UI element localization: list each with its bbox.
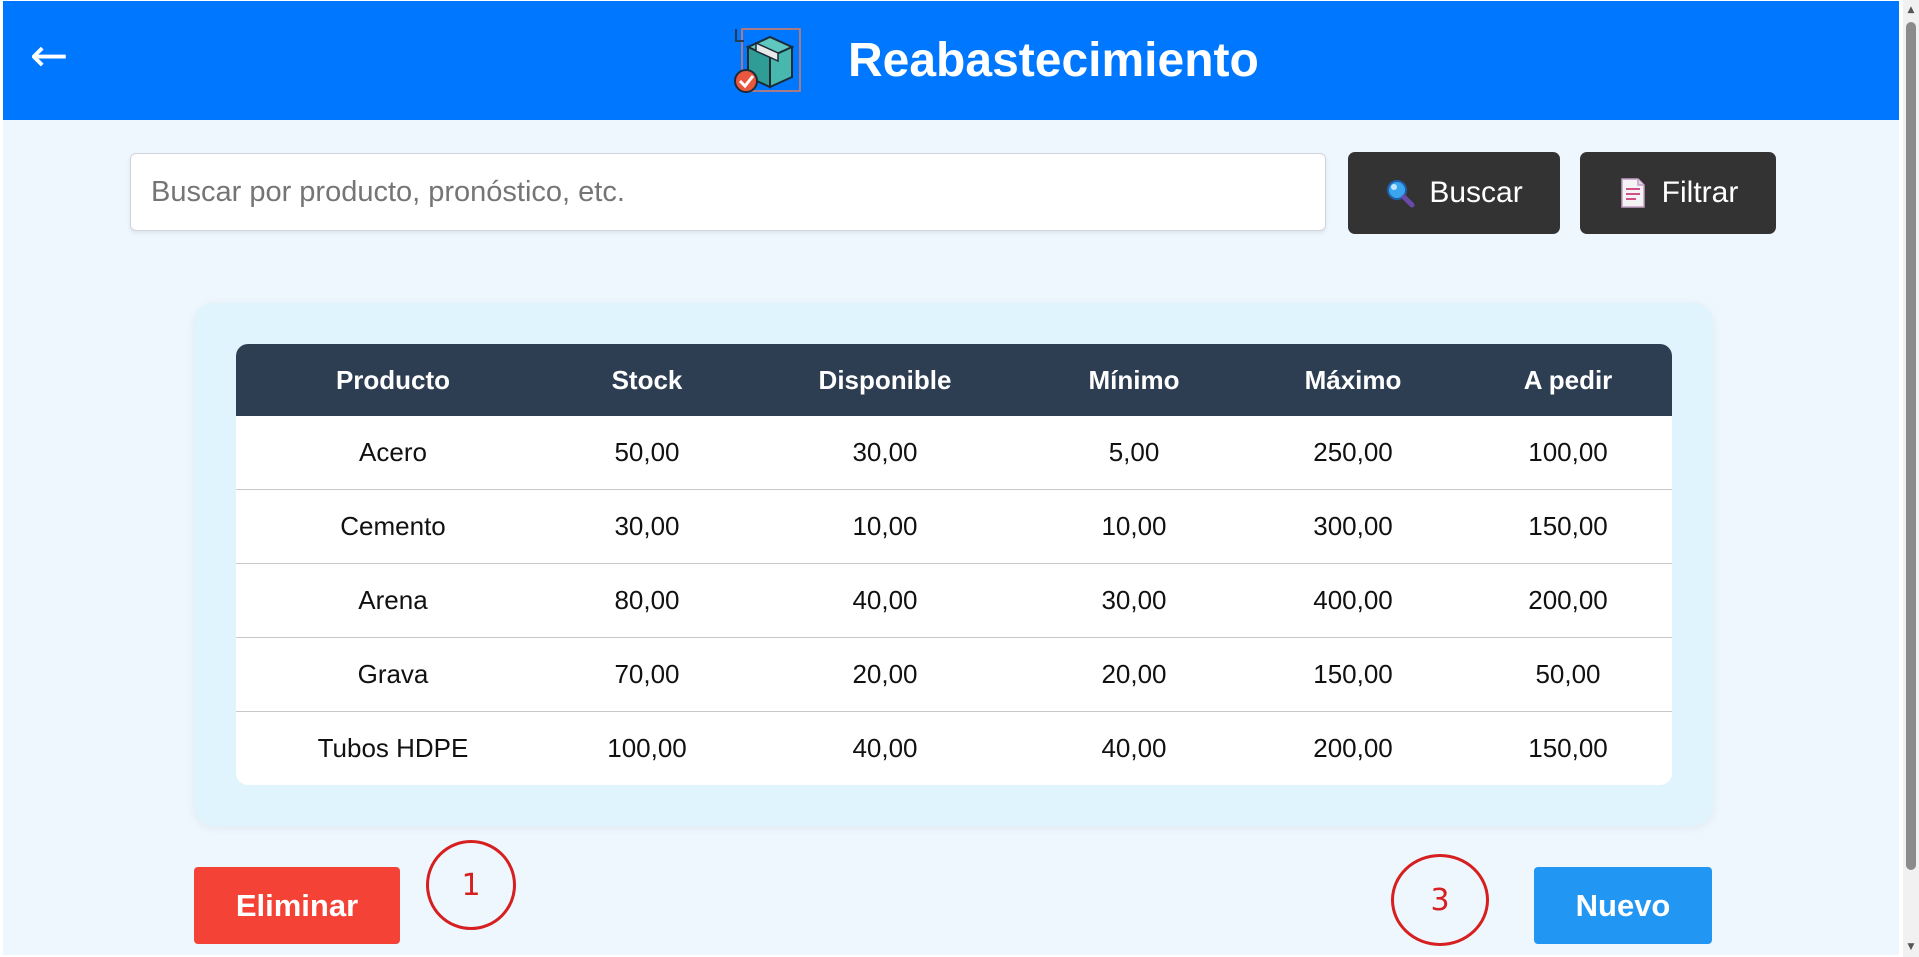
cell-minimo: 20,00 [1101,659,1167,689]
column-header-minimo[interactable]: Mínimo [1026,344,1242,416]
cell-maximo: 150,00 [1313,659,1393,689]
cell-minimo: 10,00 [1101,511,1167,541]
cell-minimo: 5,00 [1108,437,1160,467]
cell-stock: 80,00 [614,585,680,615]
filter-button-label: Filtrar [1661,176,1739,209]
delete-button[interactable]: Eliminar [194,867,400,944]
table-card: Producto Stock Disponible Mínimo Máximo … [194,303,1713,826]
cell-producto: Grava [357,659,429,689]
app-window: ← Reabastecimiento Buscar por producto, … [3,1,1899,955]
column-header-a-pedir[interactable]: A pedir [1464,344,1672,416]
page-title: Reabastecimiento [848,34,1259,87]
scroll-down-arrow-icon[interactable]: ▼ [1903,939,1919,955]
table-body: Acero 50,00 30,00 5,00 250,00 100,00 Cem… [236,416,1672,785]
table-row[interactable]: Grava 70,00 20,00 20,00 150,00 50,00 [236,637,1672,711]
cell-a-pedir: 50,00 [1535,659,1601,689]
scroll-up-arrow-icon[interactable]: ▲ [1903,2,1919,18]
table-row[interactable]: Cemento 30,00 10,00 10,00 300,00 150,00 [236,489,1672,563]
vertical-scrollbar[interactable]: ▲ ▼ [1903,0,1919,957]
cell-disponible: 10,00 [852,511,918,541]
cell-disponible: 40,00 [852,585,918,615]
filter-button[interactable]: Filtrar [1580,152,1776,234]
search-button[interactable]: Buscar [1348,152,1560,234]
table-header: Producto Stock Disponible Mínimo Máximo … [236,344,1672,416]
cell-disponible: 40,00 [852,733,918,763]
cell-disponible: 20,00 [852,659,918,689]
restock-table: Producto Stock Disponible Mínimo Máximo … [236,344,1672,785]
annotation-marker-1: 1 [426,840,516,930]
cell-stock: 70,00 [614,659,680,689]
search-input[interactable] [130,153,1326,231]
search-button-label: Buscar [1429,176,1523,209]
document-filter-icon [1620,178,1645,208]
cell-stock: 100,00 [607,733,687,763]
new-button[interactable]: Nuevo [1534,867,1712,944]
column-header-producto[interactable]: Producto [236,344,550,416]
cell-producto: Cemento [340,511,446,541]
cell-minimo: 40,00 [1101,733,1167,763]
cell-producto: Arena [358,585,428,615]
table-row[interactable]: Tubos HDPE 100,00 40,00 40,00 200,00 150… [236,711,1672,785]
cell-producto: Acero [359,437,427,467]
cell-a-pedir: 150,00 [1528,511,1608,541]
header-bar: ← Reabastecimiento [3,1,1899,120]
cell-a-pedir: 100,00 [1528,437,1608,467]
cell-a-pedir: 150,00 [1528,733,1608,763]
cell-maximo: 300,00 [1313,511,1393,541]
back-arrow-icon[interactable]: ← [23,29,75,81]
box-restock-icon [734,28,801,93]
cell-stock: 50,00 [614,437,680,467]
cell-producto: Tubos HDPE [317,733,469,763]
cell-disponible: 30,00 [852,437,918,467]
cell-stock: 30,00 [614,511,680,541]
table-row[interactable]: Arena 80,00 40,00 30,00 400,00 200,00 [236,563,1672,637]
cell-maximo: 250,00 [1313,437,1393,467]
magnifier-icon [1387,180,1415,208]
cell-a-pedir: 200,00 [1528,585,1608,615]
cell-maximo: 400,00 [1313,585,1393,615]
column-header-stock[interactable]: Stock [550,344,744,416]
scrollbar-thumb[interactable] [1906,22,1916,870]
column-header-maximo[interactable]: Máximo [1242,344,1464,416]
table-row[interactable]: Acero 50,00 30,00 5,00 250,00 100,00 [236,416,1672,489]
column-header-disponible[interactable]: Disponible [744,344,1026,416]
annotation-marker-3: 3 [1391,854,1489,946]
cell-minimo: 30,00 [1101,585,1167,615]
cell-maximo: 200,00 [1313,733,1393,763]
